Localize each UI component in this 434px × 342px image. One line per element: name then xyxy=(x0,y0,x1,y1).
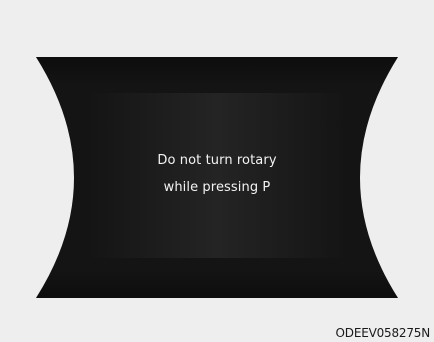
cluster-display-figure: Do not turn rotary while pressing P ODEE… xyxy=(0,0,434,342)
cluster-display-panel xyxy=(36,57,398,298)
image-reference-code: ODEEV058275N xyxy=(335,326,431,340)
warning-message-line-1: Do not turn rotary xyxy=(157,153,277,168)
warning-message-line-2: while pressing P xyxy=(163,180,271,195)
display-shading xyxy=(36,57,398,298)
